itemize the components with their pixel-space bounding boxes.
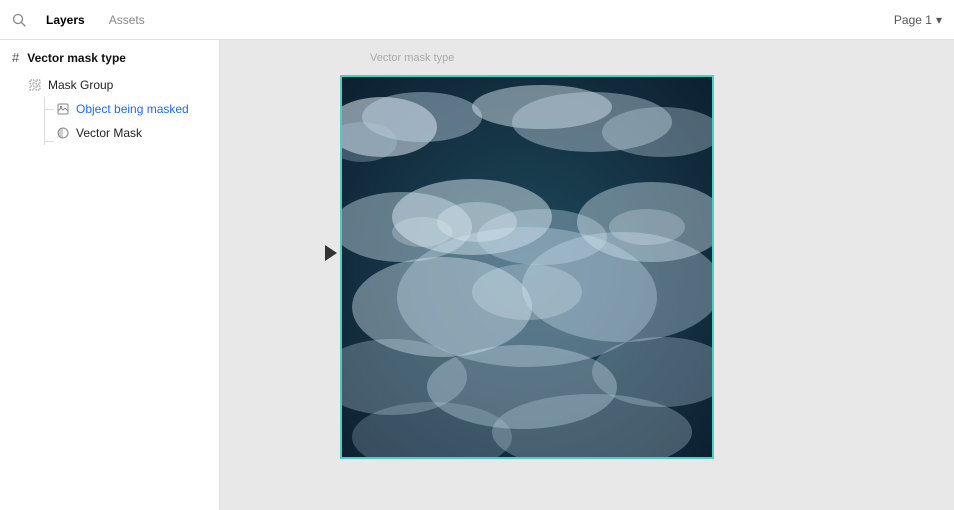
tree-line-vertical — [44, 97, 45, 145]
layer-vector-mask-label: Vector Mask — [76, 126, 142, 140]
artboard-image — [342, 77, 712, 457]
tree-line-h1 — [44, 109, 54, 110]
main-layout: # Vector mask type Mask Group — [0, 40, 954, 510]
frame-title-row[interactable]: # Vector mask type — [0, 40, 219, 73]
search-icon[interactable] — [12, 13, 26, 27]
frame-label: Vector mask type — [370, 52, 454, 64]
mask-icon — [56, 126, 70, 140]
tab-assets[interactable]: Assets — [105, 9, 149, 31]
layer-item-mask-group[interactable]: Mask Group — [0, 73, 219, 97]
cursor-arrow — [325, 245, 337, 261]
page-label: Page 1 — [894, 13, 932, 27]
layer-mask-group-label: Mask Group — [48, 78, 113, 92]
page-indicator[interactable]: Page 1 ▾ — [894, 13, 942, 27]
layers-tab-label: Layers — [46, 13, 85, 27]
layers-list: Mask Group — [0, 73, 219, 145]
sidebar: # Vector mask type Mask Group — [0, 40, 220, 510]
layer-item-object-being-masked[interactable]: Object being masked — [36, 97, 219, 121]
tab-layers[interactable]: Layers — [42, 9, 89, 31]
canvas-area[interactable]: Vector mask type — [220, 40, 954, 510]
canvas-cloud-svg — [342, 77, 712, 457]
chevron-down-icon: ▾ — [936, 13, 942, 27]
hash-icon: # — [12, 50, 19, 65]
layer-object-label: Object being masked — [76, 102, 189, 116]
grid-icon — [28, 78, 42, 92]
frame-title: Vector mask type — [27, 51, 126, 65]
top-bar-left: Layers Assets — [12, 9, 149, 31]
artboard-wrapper — [340, 75, 714, 459]
tree-container: Object being masked — [0, 97, 219, 145]
tree-line-h2 — [44, 141, 54, 142]
assets-tab-label: Assets — [109, 13, 145, 27]
top-bar: Layers Assets Page 1 ▾ — [0, 0, 954, 40]
layer-item-vector-mask[interactable]: Vector Mask — [36, 121, 219, 145]
artboard-border — [340, 75, 714, 459]
image-icon — [56, 102, 70, 116]
